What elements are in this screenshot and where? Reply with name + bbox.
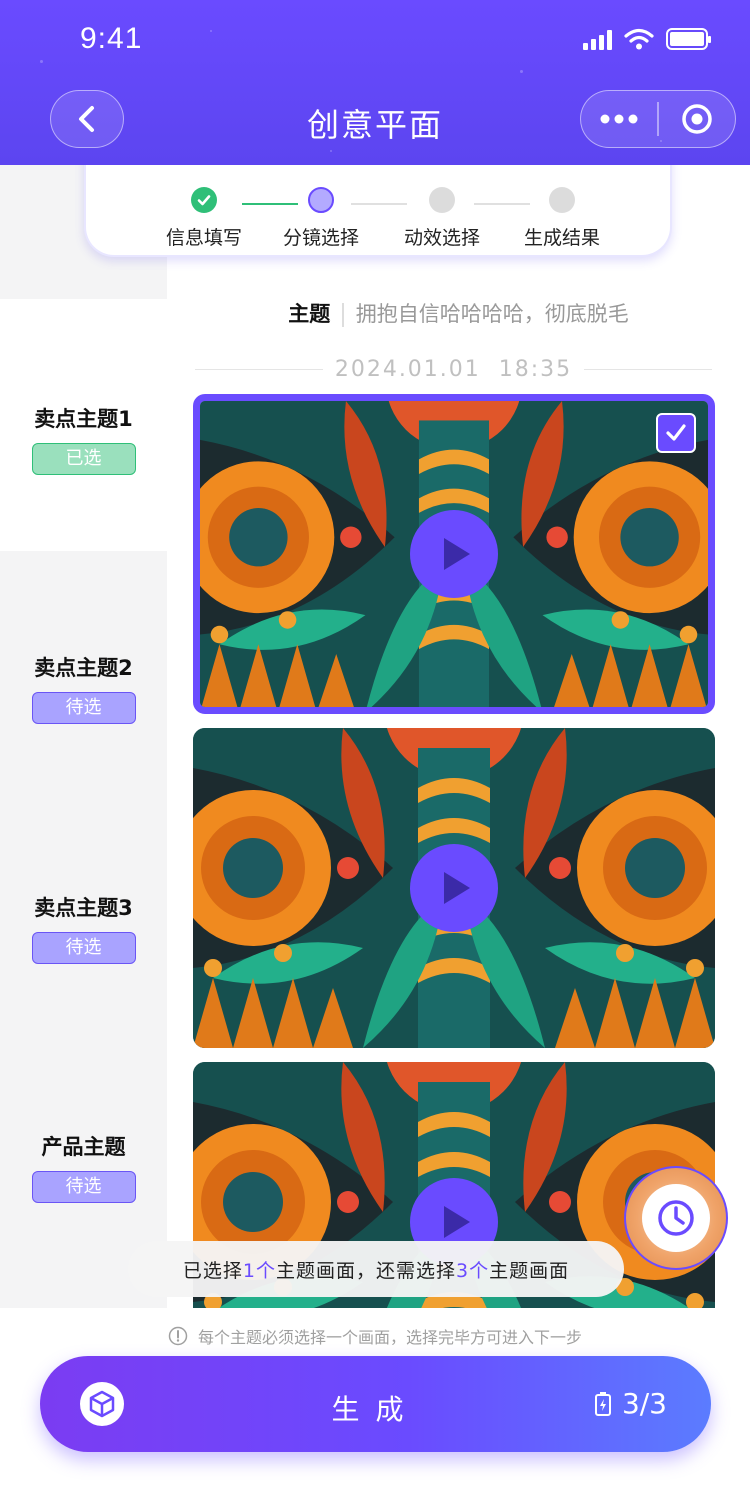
sidebar-item-label: 卖点主题2 (34, 656, 133, 680)
decor-speck (520, 70, 523, 73)
more-button[interactable] (581, 91, 657, 147)
pending-step-dot (549, 187, 575, 213)
close-button[interactable] (659, 91, 735, 147)
toast-count: 1个 (242, 1259, 276, 1282)
sidebar-item-label: 卖点主题3 (34, 896, 133, 920)
history-button-inner (642, 1184, 710, 1252)
step-info: 信息填写 (144, 187, 264, 250)
sidebar-item-selling-point-1[interactable]: 卖点主题1 已选 (0, 299, 167, 551)
mini-program-capsule (580, 90, 736, 148)
play-button[interactable] (410, 844, 498, 932)
step-label: 生成结果 (523, 227, 600, 249)
checkbox-checked[interactable] (656, 413, 696, 453)
notice: 每个主题必须选择一个画面，选择完毕方可进入下一步 (0, 1324, 750, 1348)
play-icon (444, 538, 470, 570)
info-icon (168, 1326, 188, 1346)
datetime: 2024.01.01 18:35 (334, 357, 573, 382)
generate-button[interactable]: 生成 3/3 (40, 1356, 711, 1452)
main-content: 主题 拥抱自信哈哈哈哈，彻底脱毛 2024.01.01 18:35 (167, 165, 750, 1382)
battery-charge-icon (594, 1391, 611, 1416)
sidebar-item-selling-point-3[interactable]: 卖点主题3 待选 (0, 892, 167, 964)
theme-heading: 主题 拥抱自信哈哈哈哈，彻底脱毛 (167, 298, 750, 328)
step-result: 生成结果 (502, 187, 622, 250)
theme-sidebar: 卖点主题1 已选 卖点主题2 待选 卖点主题3 待选 产品主题 待选 (0, 165, 167, 1310)
step-label: 分镜选择 (282, 227, 359, 249)
quota: 3/3 (594, 1387, 667, 1420)
play-button[interactable] (410, 510, 498, 598)
step-label: 信息填写 (165, 227, 242, 249)
toast-text: 主题画面 (489, 1259, 570, 1282)
battery-icon (666, 28, 711, 50)
step-label: 动效选择 (403, 227, 480, 249)
clock-icon (658, 1200, 694, 1236)
status-badge: 待选 (31, 1171, 136, 1203)
decor-speck (330, 150, 332, 152)
history-button[interactable] (624, 1166, 728, 1270)
status-icons (583, 28, 711, 50)
sidebar-item-product[interactable]: 产品主题 待选 (0, 1131, 167, 1203)
sidebar-item-label: 卖点主题1 (34, 407, 133, 431)
status-badge: 已选 (31, 443, 136, 475)
wifi-icon (624, 28, 654, 50)
toast-text: 主题画面，还需选择 (275, 1259, 456, 1282)
theme-key: 主题 (288, 302, 331, 326)
signal-icon (583, 28, 612, 50)
notice-text: 每个主题必须选择一个画面，选择完毕方可进入下一步 (197, 1328, 582, 1347)
target-circle-icon (682, 104, 712, 134)
theme-value: 拥抱自信哈哈哈哈，彻底脱毛 (355, 302, 629, 326)
play-icon (444, 872, 470, 904)
toast-count: 3个 (456, 1259, 490, 1282)
more-dots-icon (600, 114, 638, 124)
check-circle-icon (191, 187, 217, 213)
status-badge: 待选 (31, 692, 136, 724)
step-storyboard: 分镜选择 (261, 187, 381, 250)
image-card[interactable] (193, 394, 715, 714)
bottom-bar: 每个主题必须选择一个画面，选择完毕方可进入下一步 生成 3/3 (0, 1308, 750, 1500)
status-badge: 待选 (31, 932, 136, 964)
pending-step-dot (429, 187, 455, 213)
quota-text: 3/3 (621, 1387, 667, 1420)
divider (342, 303, 344, 327)
status-time: 9:41 (80, 22, 143, 55)
selection-toast: 已选择 1个 主题画面，还需选择 3个 主题画面 (128, 1241, 624, 1297)
sidebar-item-label: 产品主题 (41, 1135, 126, 1159)
sidebar-item-selling-point-2[interactable]: 卖点主题2 待选 (0, 652, 167, 724)
step-motion: 动效选择 (382, 187, 502, 250)
current-step-dot (308, 187, 334, 213)
datetime-row: 2024.01.01 18:35 (195, 357, 713, 382)
decor-speck (40, 60, 43, 63)
app-header: 9:41 创意平面 (0, 0, 750, 165)
divider (195, 368, 323, 371)
image-card[interactable] (193, 728, 715, 1048)
divider (584, 368, 713, 371)
toast-text: 已选择 (182, 1259, 243, 1282)
check-icon (666, 424, 686, 441)
play-icon (444, 1206, 470, 1238)
decor-speck (210, 30, 212, 32)
